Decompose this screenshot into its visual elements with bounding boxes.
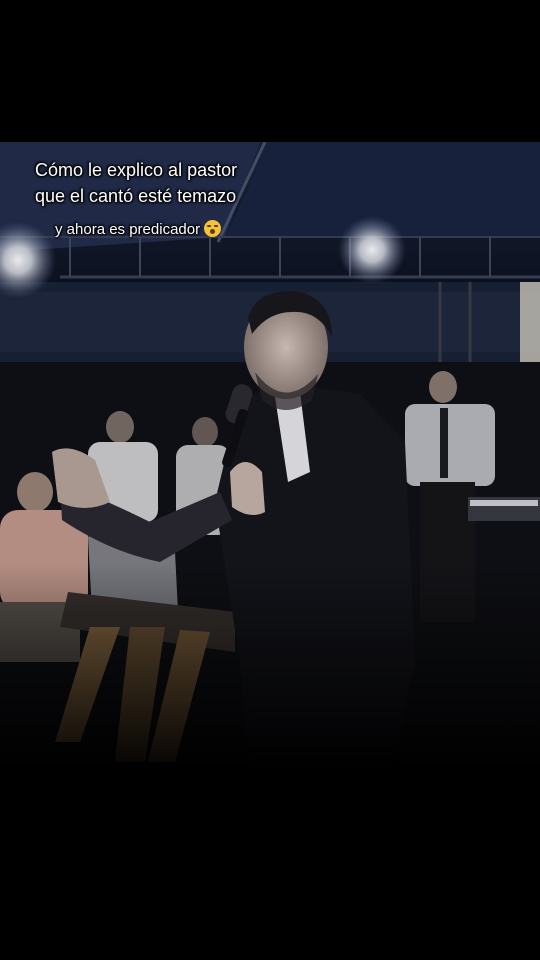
caption-line-3: y ahora es predicador	[55, 220, 222, 238]
video-screen[interactable]: Cómo le explico al pastor que el cantó e…	[0, 0, 540, 960]
caption-line-3-text: y ahora es predicador	[55, 221, 201, 238]
astonished-face-icon	[204, 220, 222, 237]
stage-scene-image	[0, 142, 540, 782]
caption-line-1: Cómo le explico al pastor	[35, 160, 238, 180]
video-frame[interactable]	[0, 142, 540, 782]
caption-line-2: que el cantó esté temazo	[35, 186, 237, 206]
